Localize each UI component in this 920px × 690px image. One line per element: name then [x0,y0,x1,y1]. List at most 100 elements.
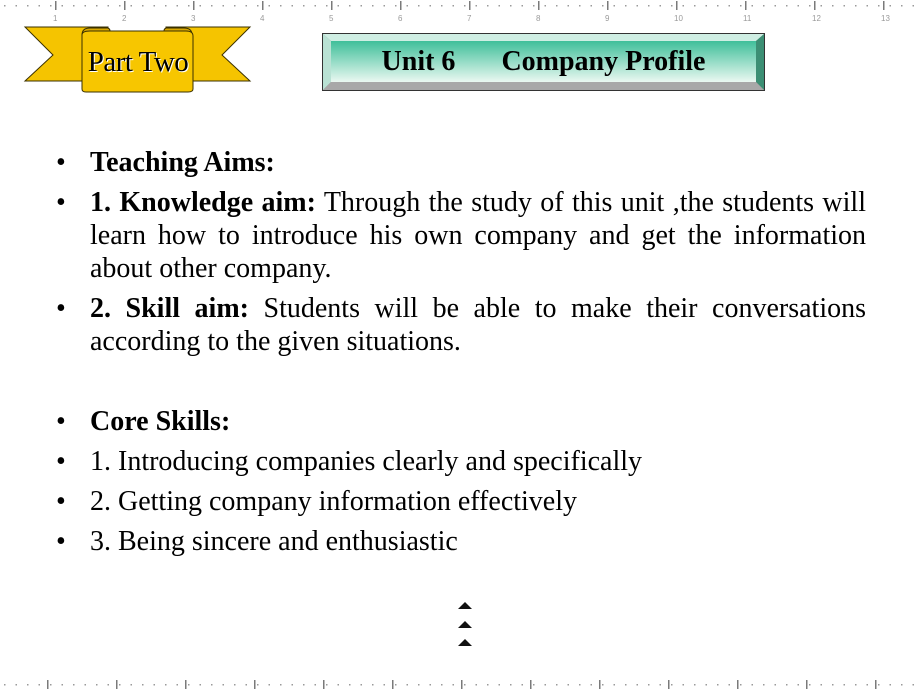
ruler-dot [648,684,650,686]
ruler-dot [153,684,155,686]
ruler-dot [613,684,615,686]
ruler-dot [694,684,696,686]
bullet-heading: Core Skills: [90,406,231,437]
ruler-dot [73,684,75,686]
ruler-dot [452,684,454,686]
ruler-label: 8 [536,14,541,23]
ruler-major-tick [116,680,118,689]
ruler-dot [211,684,213,686]
ruler-dot [107,684,109,686]
ruler-major-tick [400,1,402,10]
ruler-major-tick [883,1,885,10]
bullet-core-skill-3: • 3. Being sincere and enthusiastic [56,525,866,558]
ruler-major-tick [745,1,747,10]
ruler-dot [280,684,282,686]
ruler-dot [303,5,305,7]
up-arrow-icon[interactable] [458,602,472,609]
ruler-major-tick [676,1,678,10]
ruler-dot [855,684,857,686]
ruler-dot [636,684,638,686]
ruler-label: 11 [743,14,752,23]
ruler-dot [383,684,385,686]
ruler-dot [326,684,328,686]
ruler-dot [533,684,535,686]
bullet-core-skill-2: • 2. Getting company information effecti… [56,485,866,518]
ruler-dot [774,684,776,686]
bullet-text: 2. Getting company information effective… [90,486,578,517]
ruler-major-tick [607,1,609,10]
ruler-dot [590,684,592,686]
ruler-dot [349,684,351,686]
ruler-dot [395,5,397,7]
ruler-dot [303,684,305,686]
ruler-dot [567,684,569,686]
ruler-major-tick [392,680,394,689]
ruler-dot [130,684,132,686]
unit-title: Unit 6 Company Profile [322,46,765,78]
ruler-dot [901,684,903,686]
ruler-dot [809,5,811,7]
ruler-dot [199,684,201,686]
ruler-dot [464,5,466,7]
slide-navigation[interactable] [455,598,475,650]
ruler-dot [625,684,627,686]
ruler-dot [763,5,765,7]
ruler-dot [510,684,512,686]
ruler-dot [119,684,121,686]
bullet-skill-aim: • 2. Skill aim: Students will be able to… [56,292,866,358]
ruler-dot [441,684,443,686]
ruler-dot [567,5,569,7]
ruler-dot [751,5,753,7]
unit-name: Company Profile [501,46,706,77]
ruler-dot [717,5,719,7]
bullet-dot: • [56,526,66,557]
ruler-major-tick [331,1,333,10]
ruler-dot [349,5,351,7]
ruler-dot [406,5,408,7]
ruler-dot [889,684,891,686]
ruler-dot [889,5,891,7]
ruler-dot [832,5,834,7]
bullet-heading: 2. Skill aim: [90,293,249,324]
ruler-dot [602,684,604,686]
ruler-dot [843,684,845,686]
ruler-dot [878,5,880,7]
ruler-dot [751,684,753,686]
ruler-dot [234,684,236,686]
bullet-dot: • [56,147,66,178]
bullet-dot: • [56,446,66,477]
ruler-label: 10 [674,14,683,23]
ruler-major-tick [806,680,808,689]
ruler-dot [372,684,374,686]
ruler-dot [671,684,673,686]
ruler-dot [487,5,489,7]
ruler-dot [291,684,293,686]
ruler-dot [544,5,546,7]
ruler-dot [820,684,822,686]
ruler-dot [498,684,500,686]
up-arrow-icon[interactable] [458,639,472,646]
part-banner: Part Two [0,0,260,110]
bullet-dot: • [56,293,66,324]
ruler-dot [855,5,857,7]
ruler-major-tick [530,680,532,689]
ruler-dot [337,5,339,7]
slide-content: • Teaching Aims: • 1. Knowledge aim: Thr… [56,146,866,565]
ruler-dot [786,684,788,686]
bullet-heading: Teaching Aims: [90,147,275,178]
ruler-dot [291,5,293,7]
ruler-dot [843,5,845,7]
ruler-dot [544,684,546,686]
ruler-dot [418,5,420,7]
ruler-dot [717,684,719,686]
ruler-dot [383,5,385,7]
ruler-dot [809,684,811,686]
ruler-dot [268,5,270,7]
bullet-teaching-aims: • Teaching Aims: [56,146,866,179]
ruler-dot [774,5,776,7]
ruler-dot [740,684,742,686]
ruler-dot [533,5,535,7]
ruler-major-tick [461,680,463,689]
ruler-dot [475,684,477,686]
up-arrow-icon[interactable] [458,621,472,628]
